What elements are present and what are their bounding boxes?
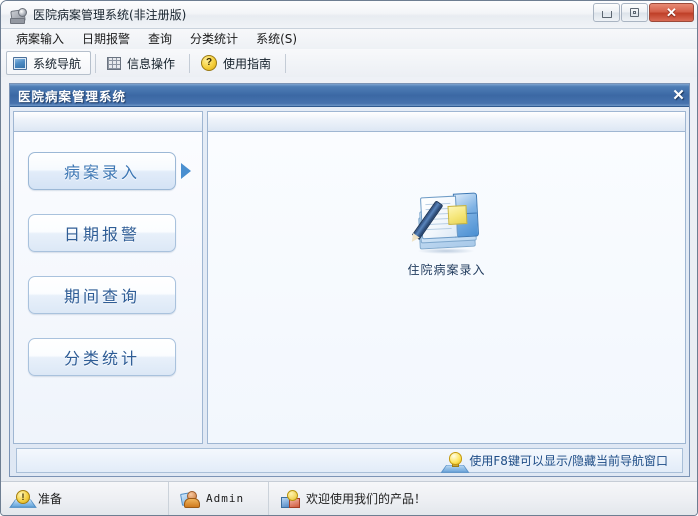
hint-text: 使用F8键可以显示/隐藏当前导航窗口	[469, 454, 668, 468]
nav-row-date-alert: 日期报警	[14, 214, 202, 252]
application-window: 医院病案管理系统(非注册版) ✕ 病案输入 日期报警 查询 分类统计 系统(S)…	[0, 0, 698, 516]
grid-icon	[107, 56, 122, 70]
content-panel-body: 住院病案录入	[208, 132, 685, 443]
menu-item-system[interactable]: 系统(S)	[247, 29, 306, 49]
hint-bar: 使用F8键可以显示/隐藏当前导航窗口	[16, 448, 683, 473]
close-icon: ✕	[666, 5, 677, 20]
status-label-welcome: 欢迎使用我们的产品！	[306, 492, 427, 506]
maximize-button[interactable]	[621, 3, 648, 22]
nav-row-classification-stats: 分类统计	[14, 338, 202, 376]
menubar: 病案输入 日期报警 查询 分类统计 系统(S)	[1, 29, 697, 49]
window-titlebar: 医院病案管理系统(非注册版) ✕	[1, 1, 697, 29]
status-label-ready: 准备	[38, 492, 63, 506]
toolbar: 系统导航 信息操作 ? 使用指南	[1, 49, 697, 78]
window-controls: ✕	[593, 3, 694, 22]
toolbar-label-system-navigation: 系统导航	[33, 56, 82, 71]
child-window-body: 病案录入 日期报警 期间查询 分类统计 住院病案录入 使用F8键可以显示/隐藏当…	[10, 107, 689, 476]
toolbar-separator	[285, 53, 287, 73]
menu-item-date-alert[interactable]: 日期报警	[73, 29, 139, 49]
status-cell-welcome: 欢迎使用我们的产品！	[269, 482, 697, 515]
nav-label-classification-stats: 分类统计	[63, 349, 140, 368]
ready-icon-glyph: !	[16, 490, 30, 504]
menu-item-query[interactable]: 查询	[139, 29, 181, 49]
tile-label-inpatient-case-entry: 住院病案录入	[407, 263, 486, 277]
status-cell-user: Admin	[169, 482, 269, 515]
nav-row-period-query: 期间查询	[14, 276, 202, 314]
menu-item-classification-stats[interactable]: 分类统计	[181, 29, 247, 49]
nav-button-date-alert[interactable]: 日期报警	[28, 214, 176, 252]
child-window: 医院病案管理系统 ✕ 病案录入 日期报警 期间查询 分类统计 住院病案录入 使用…	[9, 83, 690, 477]
mdi-client-area: 医院病案管理系统 ✕ 病案录入 日期报警 期间查询 分类统计 住院病案录入 使用…	[1, 77, 697, 481]
content-panel-header	[208, 112, 685, 132]
user-icon	[180, 490, 200, 508]
nav-label-date-alert: 日期报警	[63, 225, 140, 244]
navigation-panel-body: 病案录入 日期报警 期间查询 分类统计	[14, 132, 202, 443]
nav-label-case-entry: 病案录入	[63, 163, 140, 182]
menu-item-case-input[interactable]: 病案输入	[7, 29, 73, 49]
navigation-icon	[13, 56, 27, 70]
nav-button-period-query[interactable]: 期间查询	[28, 276, 176, 314]
child-window-titlebar: 医院病案管理系统 ✕	[10, 84, 689, 107]
minimize-icon	[601, 11, 612, 18]
statusbar: ! 准备 Admin 欢迎使用我们的产品！	[1, 481, 697, 515]
nav-button-classification-stats[interactable]: 分类统计	[28, 338, 176, 376]
child-window-title: 医院病案管理系统	[18, 88, 127, 104]
camera-icon	[8, 6, 28, 24]
toolbar-label-user-guide: 使用指南	[223, 56, 272, 71]
nav-row-case-entry: 病案录入	[14, 152, 202, 190]
lightbulb-icon	[440, 451, 470, 473]
nav-button-case-entry[interactable]: 病案录入	[28, 152, 176, 190]
content-panel: 住院病案录入	[207, 111, 686, 444]
navigation-panel-header	[14, 112, 202, 132]
help-icon: ?	[201, 55, 218, 71]
toolbar-button-info-operation[interactable]: 信息操作	[100, 51, 185, 75]
ready-icon: !	[9, 490, 37, 508]
notebook-pen-icon	[411, 192, 481, 254]
toolbar-button-user-guide[interactable]: ? 使用指南	[194, 51, 281, 75]
navigation-panel: 病案录入 日期报警 期间查询 分类统计	[13, 111, 203, 444]
blocks-icon	[281, 490, 300, 508]
maximize-icon	[630, 8, 639, 17]
close-button[interactable]: ✕	[649, 3, 694, 22]
tile-inpatient-case-entry[interactable]: 住院病案录入	[377, 192, 517, 278]
child-window-close-icon[interactable]: ✕	[670, 86, 687, 104]
toolbar-label-info-operation: 信息操作	[127, 56, 176, 71]
toolbar-separator	[95, 53, 97, 73]
status-label-user: Admin	[206, 492, 245, 505]
toolbar-separator	[189, 53, 191, 73]
selected-arrow-icon	[181, 163, 191, 179]
window-title: 医院病案管理系统(非注册版)	[33, 8, 187, 22]
toolbar-button-system-navigation[interactable]: 系统导航	[6, 51, 92, 75]
nav-label-period-query: 期间查询	[63, 287, 140, 306]
panels-row: 病案录入 日期报警 期间查询 分类统计 住院病案录入	[13, 111, 686, 444]
status-cell-ready: ! 准备	[1, 482, 169, 515]
minimize-button[interactable]	[593, 3, 620, 22]
